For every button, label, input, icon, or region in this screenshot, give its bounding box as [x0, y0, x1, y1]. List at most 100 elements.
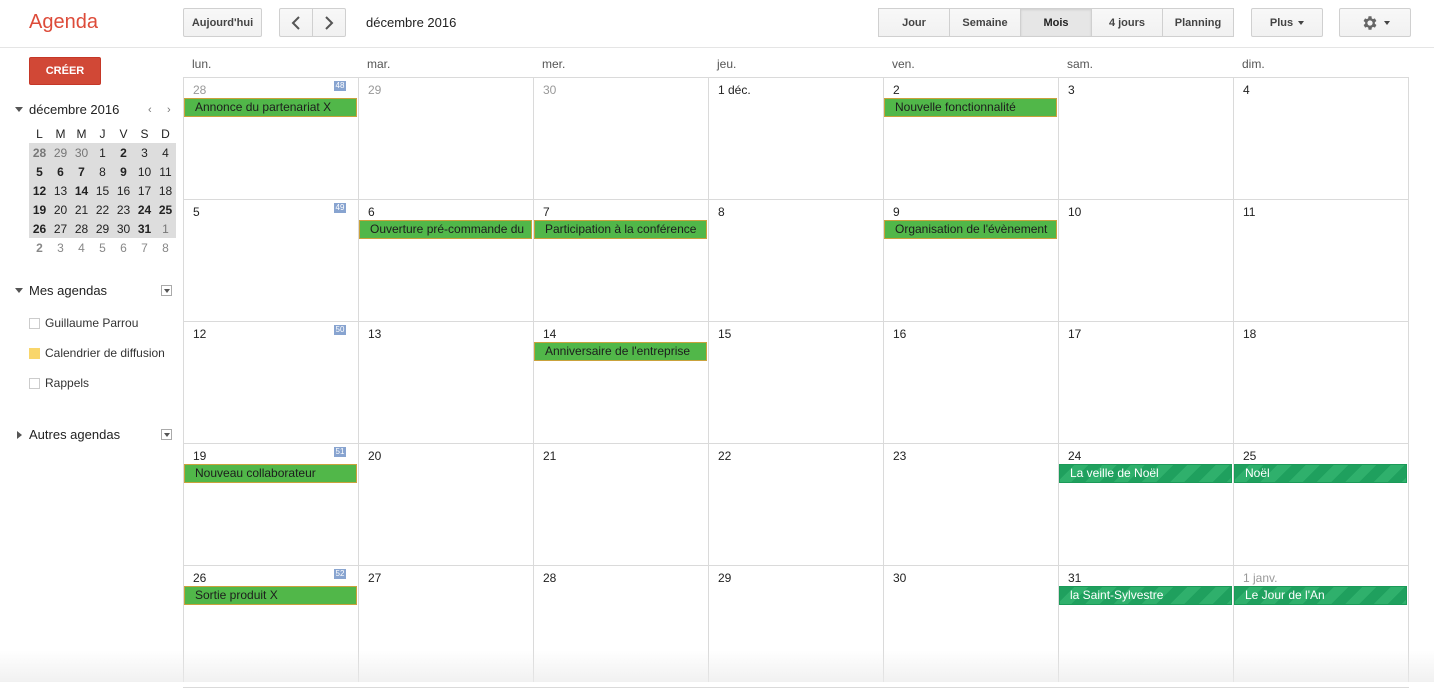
- day-number[interactable]: 8: [718, 205, 725, 219]
- day-number[interactable]: 13: [368, 327, 381, 341]
- mini-day[interactable]: 7: [134, 241, 155, 255]
- day-number[interactable]: 30: [543, 83, 556, 97]
- calendar-item-guillaume[interactable]: Guillaume Parrou: [29, 316, 138, 330]
- day-number[interactable]: 12: [193, 327, 206, 341]
- day-number[interactable]: 25: [1243, 449, 1256, 463]
- week-number-badge[interactable]: 49: [334, 203, 346, 213]
- day-number[interactable]: 14: [543, 327, 556, 341]
- settings-button[interactable]: [1339, 8, 1411, 37]
- day-number[interactable]: 1 janv.: [1243, 571, 1277, 585]
- mini-day[interactable]: 30: [113, 222, 134, 236]
- calendar-color-swatch[interactable]: [29, 377, 40, 389]
- event-chip[interactable]: Anniversaire de l'entreprise: [534, 342, 707, 361]
- mini-day[interactable]: 10: [134, 165, 155, 179]
- today-button[interactable]: Aujourd'hui: [183, 8, 262, 37]
- day-number[interactable]: 9: [893, 205, 900, 219]
- day-number[interactable]: 7: [543, 205, 550, 219]
- event-chip[interactable]: Nouveau collaborateur: [184, 464, 357, 483]
- day-number[interactable]: 11: [1243, 205, 1255, 219]
- day-number[interactable]: 28: [193, 83, 206, 97]
- app-logo[interactable]: Agenda: [29, 11, 98, 34]
- day-number[interactable]: 29: [718, 571, 731, 585]
- week-number-badge[interactable]: 48: [334, 81, 346, 91]
- holiday-event-chip[interactable]: La veille de Noël: [1059, 464, 1232, 483]
- mini-day[interactable]: 31: [134, 222, 155, 236]
- mini-prev-button[interactable]: ‹: [148, 104, 152, 116]
- view-month-button[interactable]: Mois: [1020, 8, 1092, 37]
- my-calendars-menu-button[interactable]: [161, 285, 172, 296]
- mini-day[interactable]: 3: [134, 146, 155, 160]
- day-number[interactable]: 21: [543, 449, 556, 463]
- day-number[interactable]: 27: [368, 571, 381, 585]
- calendar-item-rappels[interactable]: Rappels: [29, 376, 89, 390]
- day-number[interactable]: 28: [543, 571, 556, 585]
- day-number[interactable]: 20: [368, 449, 381, 463]
- calendar-color-swatch[interactable]: [29, 317, 40, 329]
- day-number[interactable]: 5: [193, 205, 200, 219]
- day-number[interactable]: 18: [1243, 327, 1256, 341]
- week-number-badge[interactable]: 50: [334, 325, 346, 335]
- mini-day[interactable]: 6: [113, 241, 134, 255]
- mini-day[interactable]: 13: [50, 184, 71, 198]
- day-number[interactable]: 4: [1243, 83, 1250, 97]
- view-day-button[interactable]: Jour: [878, 8, 950, 37]
- my-calendars-header[interactable]: Mes agendas: [15, 283, 107, 298]
- mini-day[interactable]: 8: [155, 241, 176, 255]
- mini-day[interactable]: 30: [71, 146, 92, 160]
- week-number-badge[interactable]: 52: [334, 569, 346, 579]
- holiday-event-chip[interactable]: la Saint-Sylvestre: [1059, 586, 1232, 605]
- event-chip[interactable]: Sortie produit X: [184, 586, 357, 605]
- mini-day[interactable]: 5: [29, 165, 50, 179]
- view-agenda-button[interactable]: Planning: [1162, 8, 1234, 37]
- mini-day[interactable]: 21: [71, 203, 92, 217]
- day-number[interactable]: 30: [893, 571, 906, 585]
- mini-day[interactable]: 20: [50, 203, 71, 217]
- event-chip[interactable]: Nouvelle fonctionnalité: [884, 98, 1057, 117]
- day-number[interactable]: 6: [368, 205, 375, 219]
- day-number[interactable]: 15: [718, 327, 731, 341]
- mini-day[interactable]: 18: [155, 184, 176, 198]
- mini-day[interactable]: 19: [29, 203, 50, 217]
- mini-day[interactable]: 15: [92, 184, 113, 198]
- mini-day[interactable]: 14: [71, 184, 92, 198]
- day-number[interactable]: 16: [893, 327, 906, 341]
- event-chip[interactable]: Organisation de l'évènement: [884, 220, 1057, 239]
- mini-day[interactable]: 2: [113, 146, 134, 160]
- day-number[interactable]: 10: [1068, 205, 1081, 219]
- mini-day[interactable]: 9: [113, 165, 134, 179]
- mini-day[interactable]: 26: [29, 222, 50, 236]
- mini-day[interactable]: 1: [155, 222, 176, 236]
- mini-day[interactable]: 16: [113, 184, 134, 198]
- create-button[interactable]: CRÉER: [29, 57, 101, 85]
- event-chip[interactable]: Annonce du partenariat X: [184, 98, 357, 117]
- mini-calendar-title[interactable]: décembre 2016: [15, 102, 119, 117]
- day-number[interactable]: 19: [193, 449, 206, 463]
- day-number[interactable]: 2: [893, 83, 900, 97]
- holiday-event-chip[interactable]: Le Jour de l'An: [1234, 586, 1407, 605]
- mini-day[interactable]: 4: [71, 241, 92, 255]
- next-period-button[interactable]: [312, 8, 346, 37]
- event-chip[interactable]: Participation à la conférence: [534, 220, 707, 239]
- day-number[interactable]: 17: [1068, 327, 1081, 341]
- mini-day[interactable]: 24: [134, 203, 155, 217]
- mini-day[interactable]: 8: [92, 165, 113, 179]
- mini-day[interactable]: 1: [92, 146, 113, 160]
- mini-day[interactable]: 12: [29, 184, 50, 198]
- previous-period-button[interactable]: [279, 8, 313, 37]
- day-number[interactable]: 26: [193, 571, 206, 585]
- calendar-color-swatch[interactable]: [29, 347, 40, 359]
- mini-day[interactable]: 29: [92, 222, 113, 236]
- day-number[interactable]: 29: [368, 83, 381, 97]
- mini-day[interactable]: 7: [71, 165, 92, 179]
- event-chip[interactable]: Ouverture pré-commande du: [359, 220, 532, 239]
- mini-day[interactable]: 2: [29, 241, 50, 255]
- day-number[interactable]: 23: [893, 449, 906, 463]
- mini-day[interactable]: 28: [29, 146, 50, 160]
- mini-day[interactable]: 23: [113, 203, 134, 217]
- view-week-button[interactable]: Semaine: [949, 8, 1021, 37]
- mini-day[interactable]: 25: [155, 203, 176, 217]
- mini-day[interactable]: 22: [92, 203, 113, 217]
- more-button[interactable]: Plus: [1251, 8, 1323, 37]
- mini-day[interactable]: 29: [50, 146, 71, 160]
- mini-day[interactable]: 4: [155, 146, 176, 160]
